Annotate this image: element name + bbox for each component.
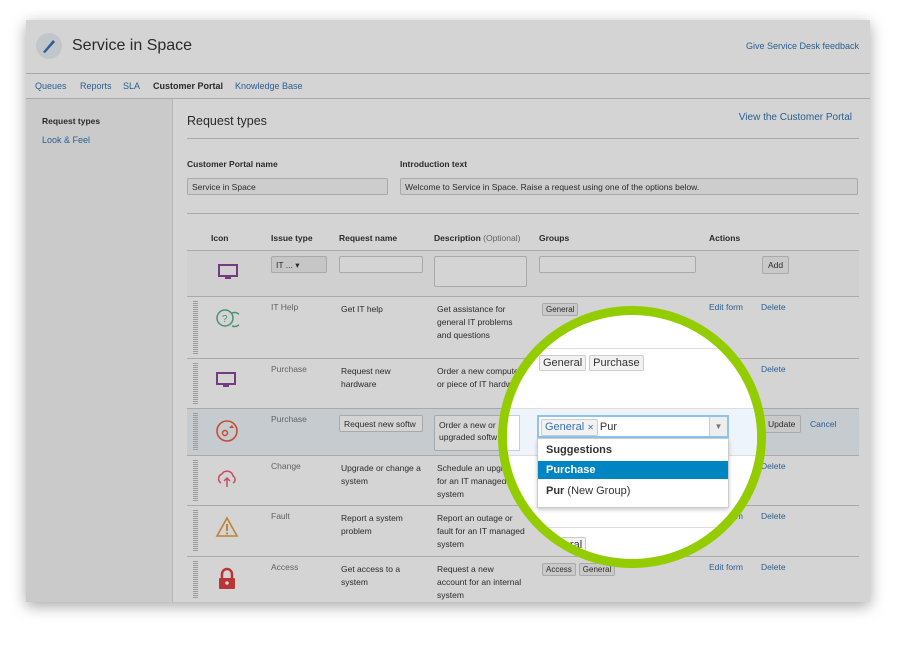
suggestion-purchase[interactable]: Purchase: [538, 461, 728, 479]
magnifier-lens: General Purchase General ✕ Pur ▼ Suggestio…: [498, 306, 766, 568]
chevron-down-icon[interactable]: ▼: [709, 417, 727, 436]
groups-query[interactable]: Pur: [600, 421, 617, 433]
suggestions-heading: Suggestions: [546, 444, 613, 456]
suggestion-new-group[interactable]: Pur (New Group): [538, 479, 728, 503]
row-groups: General Purchase: [539, 355, 647, 371]
group-tag: General: [539, 537, 587, 553]
groups-multiselect[interactable]: General ✕ Pur ▼: [537, 415, 729, 438]
remove-tag-icon[interactable]: ✕: [587, 423, 594, 432]
group-tag-general[interactable]: General ✕: [541, 419, 598, 436]
suggestions-dropdown: Suggestions Purchase Pur (New Group): [537, 438, 729, 508]
